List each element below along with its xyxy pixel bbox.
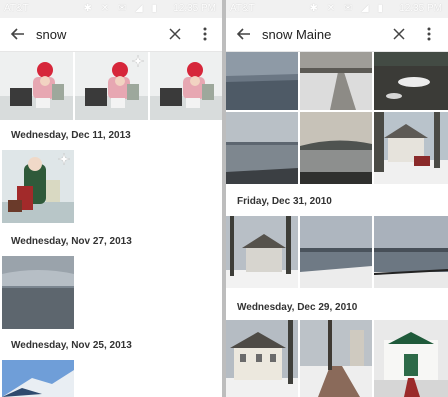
search-query[interactable]: snow [36,27,66,42]
photo-thumbnail[interactable] [300,52,372,110]
photo-thumbnail[interactable] [374,52,448,110]
sparkle-icon [58,153,70,165]
photo-thumbnail[interactable] [2,256,74,329]
status-icons: ✱ ✕ ✉ ◢ ▮ [83,3,160,14]
carrier-label: AT&T [4,3,29,14]
photo-thumbnail[interactable] [374,216,448,288]
photo-thumbnail[interactable] [300,112,372,184]
photo-thumbnail[interactable] [300,216,372,288]
carrier-label: AT&T [230,3,255,14]
clock: 12:35 PM [399,3,442,14]
status-bar: AT&T ✱ ✕ ✉ ◢ ▮ 12:35 PM [0,0,222,18]
photo-thumbnail[interactable] [374,112,448,184]
status-icons: ✱ ✕ ✉ ◢ ▮ [309,3,386,14]
photo-thumbnail[interactable] [226,112,298,184]
left-screen: AT&T ✱ ✕ ✉ ◢ ▮ 12:35 PM snow Wednesday, … [0,0,222,397]
sparkle-icon [132,55,144,67]
photo-thumbnail[interactable] [226,52,298,110]
more-vert-icon[interactable] [202,26,208,42]
date-header: Wednesday, Dec 11, 2013 [11,130,131,141]
date-header: Wednesday, Nov 25, 2013 [11,340,132,351]
photo-thumbnail[interactable] [226,320,298,397]
arrow-left-icon[interactable] [10,26,26,42]
close-icon[interactable] [168,27,182,41]
photo-thumbnail[interactable] [226,216,298,288]
photo-thumbnail[interactable] [2,360,74,397]
more-vert-icon[interactable] [426,26,432,42]
photo-thumbnail[interactable] [300,320,372,397]
clock: 12:35 PM [173,3,216,14]
arrow-left-icon[interactable] [236,26,252,42]
status-bar: AT&T ✱ ✕ ✉ ◢ ▮ 12:35 PM [226,0,448,18]
date-header: Wednesday, Nov 27, 2013 [11,236,132,247]
search-query[interactable]: snow Maine [262,27,331,42]
date-header: Wednesday, Dec 29, 2010 [237,302,358,313]
close-icon[interactable] [392,27,406,41]
search-bar: snow Maine [226,18,448,52]
photo-thumbnail[interactable] [0,52,73,120]
date-header: Friday, Dec 31, 2010 [237,196,332,207]
right-screen: AT&T ✱ ✕ ✉ ◢ ▮ 12:35 PM snow Maine Frida… [226,0,448,397]
photo-thumbnail[interactable] [150,52,222,120]
photo-thumbnail[interactable] [374,320,448,397]
search-bar: snow [0,18,222,52]
